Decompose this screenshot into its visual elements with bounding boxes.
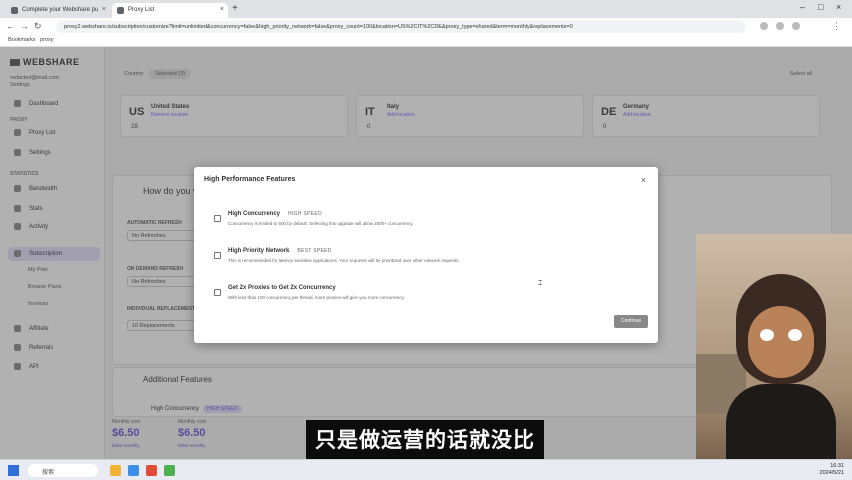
video-subtitle: 只是做运营的话就没比较: [306, 420, 544, 480]
extension-icon[interactable]: [760, 22, 768, 30]
maximize-icon[interactable]: □: [818, 2, 823, 12]
close-tab-icon[interactable]: ×: [220, 6, 224, 13]
close-icon[interactable]: ×: [641, 175, 646, 185]
bookmarks-bar: Bookmarks proxy: [0, 35, 852, 47]
feature-description: This is recommended for latency sensitiv…: [228, 258, 460, 263]
address-bar[interactable]: proxy2.webshare.io/subscription/customiz…: [56, 21, 746, 33]
modal-title: High Performance Features: [204, 176, 296, 183]
high-performance-modal: High Performance Features × High Concurr…: [194, 167, 658, 343]
feature-description: Concurrency is limited to 500 by default…: [228, 221, 414, 226]
tab-favicon-icon: [11, 7, 18, 14]
browser-tab-active[interactable]: Proxy List ×: [112, 3, 228, 18]
feature-checkbox[interactable]: [214, 252, 221, 259]
avatar-eye: [788, 329, 802, 341]
feature-checkbox[interactable]: [214, 215, 221, 222]
feature-tag: BEST SPEED: [297, 248, 332, 254]
profile-avatar-icon[interactable]: [792, 22, 800, 30]
system-clock[interactable]: 16:31 2024/5/21: [820, 463, 844, 477]
windows-start-icon[interactable]: [8, 465, 19, 476]
browser-tab-bar: Complete your Webshare pu × Proxy List ×…: [0, 0, 852, 18]
close-window-icon[interactable]: ×: [836, 2, 841, 12]
back-arrow-icon[interactable]: ←: [6, 21, 15, 31]
tab-favicon-icon: [117, 7, 124, 14]
browser-toolbar: ← → ↻ proxy2.webshare.io/subscription/cu…: [0, 18, 852, 35]
edge-browser-icon[interactable]: [128, 465, 139, 476]
app-icon[interactable]: [164, 465, 175, 476]
avatar-body: [726, 384, 836, 459]
bookmark-item[interactable]: proxy: [40, 37, 53, 43]
feature-tag: HIGH SPEED: [288, 211, 322, 217]
new-tab-plus-icon[interactable]: +: [232, 3, 238, 14]
mouse-cursor-icon: ⌶: [538, 280, 543, 287]
menu-dots-icon[interactable]: ⋮: [832, 21, 841, 32]
webcam-overlay: [696, 234, 852, 459]
reload-icon[interactable]: ↻: [34, 21, 42, 32]
extension-icon[interactable]: [776, 22, 784, 30]
taskbar-search[interactable]: 搜索: [28, 464, 98, 477]
bookmark-item[interactable]: Bookmarks: [8, 37, 36, 43]
file-explorer-icon[interactable]: [110, 465, 121, 476]
close-tab-icon[interactable]: ×: [102, 6, 106, 13]
taskbar: 搜索 16:31 2024/5/21: [0, 459, 852, 480]
feature-checkbox[interactable]: [214, 289, 221, 296]
forward-arrow-icon[interactable]: →: [20, 21, 29, 31]
continue-button[interactable]: Continue: [614, 315, 648, 328]
feature-description: With less than 100 concurrency per threa…: [228, 295, 405, 300]
browser-tab[interactable]: Complete your Webshare pu ×: [6, 3, 110, 18]
avatar-eye: [760, 329, 774, 341]
avatar-face: [748, 306, 814, 378]
chrome-browser-icon[interactable]: [146, 465, 157, 476]
minimize-icon[interactable]: –: [800, 2, 805, 12]
